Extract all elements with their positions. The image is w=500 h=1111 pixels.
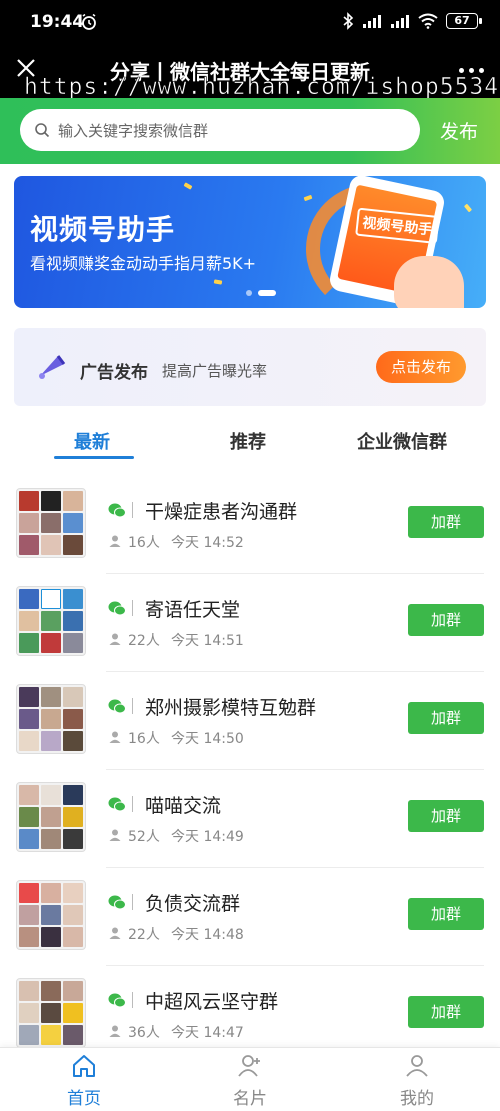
hand-illustration bbox=[394, 256, 464, 308]
profile-icon bbox=[406, 1055, 428, 1077]
list-item[interactable]: 郑州摄影模特互勉群 16人 今天 14:50 加群 bbox=[0, 672, 500, 770]
wechat-icon bbox=[108, 993, 126, 1008]
wechat-icon bbox=[108, 895, 126, 910]
wechat-icon bbox=[108, 699, 126, 714]
member-icon bbox=[109, 829, 121, 841]
join-group-button[interactable]: 加群 bbox=[408, 800, 484, 832]
member-icon bbox=[109, 1025, 121, 1037]
promo-banner[interactable]: 视频号助手 视频号助手 看视频赚奖金动动手指月薪5K+ bbox=[14, 176, 486, 308]
list-item[interactable]: 喵喵交流 52人 今天 14:49 加群 bbox=[0, 770, 500, 868]
wechat-icon bbox=[108, 601, 126, 616]
ad-description: 提高广告曝光率 bbox=[162, 362, 268, 380]
nav-card[interactable]: 名片 bbox=[210, 1054, 290, 1109]
member-count: 16人 bbox=[128, 535, 160, 551]
status-time: 19:44 bbox=[30, 12, 85, 32]
group-avatar bbox=[16, 782, 86, 852]
nav-profile[interactable]: 我的 bbox=[377, 1054, 457, 1109]
list-item[interactable]: 寄语任天堂 22人 今天 14:51 加群 bbox=[0, 574, 500, 672]
group-list: 干燥症患者沟通群 16人 今天 14:52 加群 寄语任天堂 22人 今天 14… bbox=[0, 476, 500, 1064]
more-menu-icon[interactable] bbox=[459, 68, 484, 73]
megaphone-icon bbox=[39, 355, 66, 379]
group-name: 喵喵交流 bbox=[145, 795, 222, 817]
group-name: 干燥症患者沟通群 bbox=[145, 501, 298, 523]
group-avatar bbox=[16, 684, 86, 754]
join-group-button[interactable]: 加群 bbox=[408, 996, 484, 1028]
banner-subtitle: 看视频赚奖金动动手指月薪5K+ bbox=[30, 254, 257, 273]
publish-button[interactable]: 发布 bbox=[440, 117, 478, 144]
member-icon bbox=[109, 633, 121, 645]
search-icon bbox=[35, 123, 50, 138]
add-contact-icon bbox=[238, 1055, 260, 1077]
search-placeholder: 输入关键字搜索微信群 bbox=[58, 121, 209, 140]
member-count: 36人 bbox=[128, 1025, 160, 1041]
search-bar: 输入关键字搜索微信群 发布 bbox=[0, 98, 500, 164]
ad-title: 广告发布 bbox=[80, 363, 148, 383]
group-avatar bbox=[16, 488, 86, 558]
post-time: 今天 14:47 bbox=[171, 1025, 244, 1041]
group-name: 中超风云坚守群 bbox=[145, 991, 279, 1013]
member-count: 52人 bbox=[128, 829, 160, 845]
signal-icon bbox=[363, 15, 381, 28]
list-item[interactable]: 干燥症患者沟通群 16人 今天 14:52 加群 bbox=[0, 476, 500, 574]
join-group-button[interactable]: 加群 bbox=[408, 898, 484, 930]
active-tab-indicator bbox=[54, 456, 134, 459]
group-name: 寄语任天堂 bbox=[145, 599, 241, 621]
tab-recommended[interactable]: 推荐 bbox=[230, 428, 266, 454]
bottom-nav: 首页 名片 我的 bbox=[0, 1047, 500, 1111]
join-group-button[interactable]: 加群 bbox=[408, 604, 484, 636]
member-count: 22人 bbox=[128, 633, 160, 649]
bluetooth-icon bbox=[343, 12, 354, 30]
search-input[interactable]: 输入关键字搜索微信群 bbox=[20, 109, 420, 151]
banner-title: 视频号助手 bbox=[30, 213, 176, 246]
wechat-icon bbox=[108, 503, 126, 518]
tab-enterprise-groups[interactable]: 企业微信群 bbox=[357, 428, 447, 454]
alarm-icon bbox=[82, 13, 96, 30]
post-time: 今天 14:51 bbox=[171, 633, 244, 649]
group-avatar bbox=[16, 880, 86, 950]
title-bar: 分享丨微信社群大全每日更新 https://www.huzhan.com/ish… bbox=[0, 44, 500, 101]
post-time: 今天 14:48 bbox=[171, 927, 244, 943]
join-group-button[interactable]: 加群 bbox=[408, 702, 484, 734]
signal-icon-2 bbox=[391, 15, 409, 28]
wechat-icon bbox=[108, 797, 126, 812]
list-item[interactable]: 负债交流群 22人 今天 14:48 加群 bbox=[0, 868, 500, 966]
group-name: 负债交流群 bbox=[145, 893, 241, 915]
nav-profile-label: 我的 bbox=[400, 1089, 434, 1109]
member-icon bbox=[109, 535, 121, 547]
nav-home[interactable]: 首页 bbox=[44, 1054, 124, 1109]
member-icon bbox=[109, 731, 121, 743]
wifi-icon bbox=[418, 13, 438, 29]
home-icon bbox=[73, 1055, 95, 1077]
join-group-button[interactable]: 加群 bbox=[408, 506, 484, 538]
battery-indicator: 67 bbox=[446, 13, 482, 29]
nav-home-label: 首页 bbox=[67, 1089, 101, 1109]
group-avatar bbox=[16, 586, 86, 656]
member-count: 22人 bbox=[128, 927, 160, 943]
member-count: 16人 bbox=[128, 731, 160, 747]
group-name: 郑州摄影模特互勉群 bbox=[145, 697, 317, 719]
status-bar: 19:44 67 bbox=[0, 0, 500, 44]
post-time: 今天 14:50 bbox=[171, 731, 244, 747]
watermark-url: https://www.huzhan.com/ishop5534 bbox=[24, 74, 500, 101]
group-avatar bbox=[16, 978, 86, 1048]
carousel-indicator bbox=[246, 290, 276, 296]
nav-card-label: 名片 bbox=[233, 1089, 267, 1109]
ad-publish-button[interactable]: 点击发布 bbox=[376, 351, 466, 383]
ad-bar: 广告发布 提高广告曝光率 点击发布 bbox=[14, 328, 486, 406]
post-time: 今天 14:52 bbox=[171, 535, 244, 551]
tab-latest[interactable]: 最新 bbox=[74, 428, 110, 454]
member-icon bbox=[109, 927, 121, 939]
post-time: 今天 14:49 bbox=[171, 829, 244, 845]
